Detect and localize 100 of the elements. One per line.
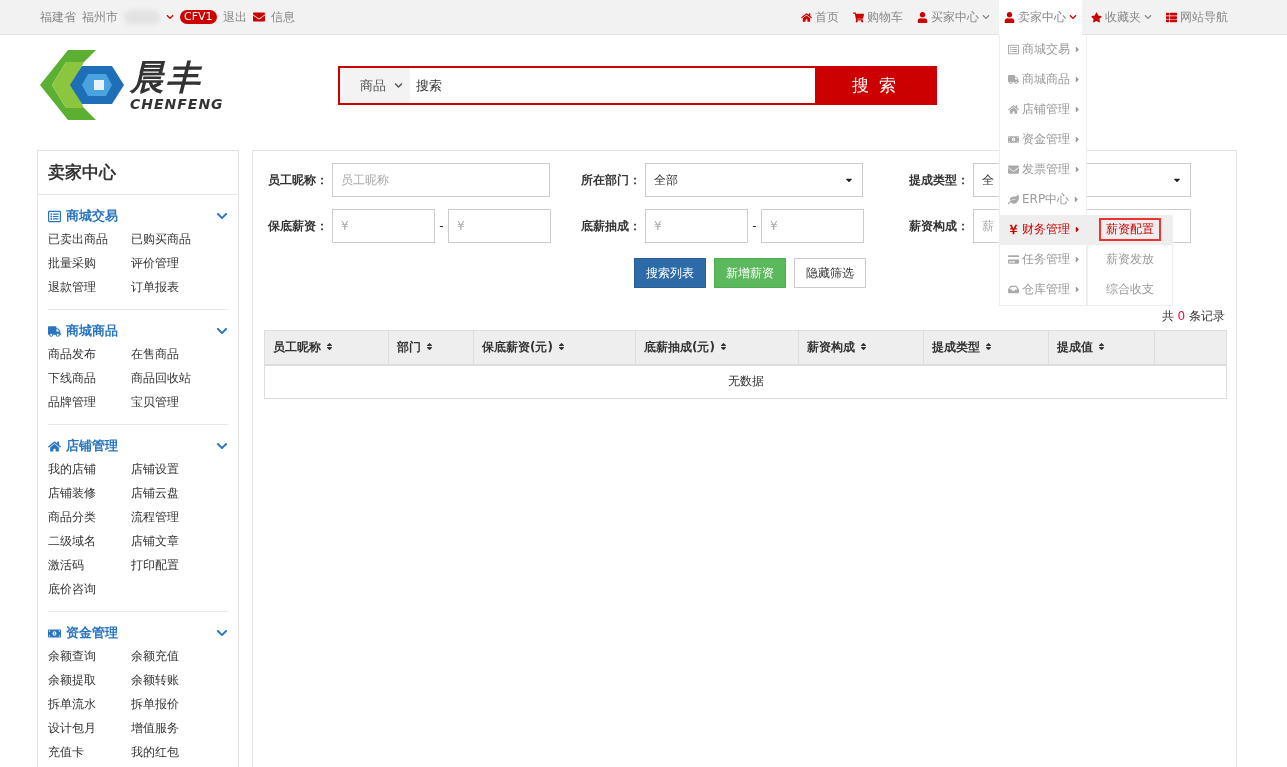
- sidebar-link[interactable]: 余额提取: [48, 668, 131, 692]
- action-button[interactable]: 隐藏筛选: [793, 258, 866, 288]
- caret-right-icon: [1073, 75, 1082, 84]
- envelope-icon: [1008, 164, 1019, 175]
- column-header[interactable]: 底薪抽成(元): [635, 330, 799, 365]
- section-title[interactable]: 店铺管理: [66, 437, 118, 455]
- column-header[interactable]: 提成值: [1048, 330, 1155, 365]
- chevron-down-icon[interactable]: [216, 627, 228, 639]
- max-field[interactable]: ¥: [761, 209, 864, 243]
- sidebar-link[interactable]: 我的红包: [131, 740, 228, 764]
- list-icon: [1008, 44, 1019, 55]
- leaf-icon: [1008, 194, 1019, 205]
- truck-icon: [48, 324, 61, 338]
- sidebar-link[interactable]: 余额转账: [131, 668, 228, 692]
- sidebar-link[interactable]: 拆单流水: [48, 692, 131, 716]
- list-icon: [1166, 11, 1177, 23]
- inbox-icon: [1008, 284, 1019, 295]
- caret-right-icon: [1073, 135, 1082, 144]
- sort-icon: [325, 341, 335, 351]
- section-title[interactable]: 商城商品: [66, 322, 118, 340]
- user-icon: [1004, 11, 1015, 23]
- select-field[interactable]: 全部: [645, 163, 863, 197]
- range-dash: -: [751, 219, 758, 233]
- sidebar-link[interactable]: 店铺设置: [131, 457, 228, 481]
- chevron-down-icon: [982, 13, 990, 21]
- caret-right-icon: [1073, 225, 1082, 234]
- sort-icon: [984, 341, 994, 351]
- sidebar-link[interactable]: 下线商品: [48, 366, 131, 390]
- sidebar-link[interactable]: 已购买商品: [131, 227, 228, 251]
- chevron-down-icon[interactable]: [166, 13, 174, 21]
- province-text: 福建省: [40, 8, 76, 26]
- sidebar-link[interactable]: 批量采购: [48, 251, 131, 275]
- envelope-icon: [252, 11, 265, 23]
- record-count: 共 0 条记录: [1161, 309, 1225, 323]
- caret-right-icon: [1073, 255, 1082, 264]
- sidebar-link[interactable]: 设计包月: [48, 716, 131, 740]
- filter-label: 所在部门：: [581, 171, 642, 189]
- text-field[interactable]: 员工昵称: [332, 163, 550, 197]
- sidebar-link[interactable]: 店铺云盘: [131, 481, 228, 505]
- sidebar-link[interactable]: 宝贝管理: [131, 390, 228, 414]
- chevron-down-icon[interactable]: [216, 325, 228, 337]
- sidebar-link[interactable]: 余额充值: [131, 644, 228, 668]
- sidebar-link[interactable]: 增值服务: [131, 716, 228, 740]
- min-field[interactable]: ¥: [332, 209, 435, 243]
- chevron-down-icon: [1069, 13, 1077, 21]
- sidebar-link[interactable]: 品牌管理: [48, 390, 131, 414]
- sidebar-link[interactable]: 退款管理: [48, 275, 131, 299]
- sidebar-link[interactable]: 拆单报价: [131, 692, 228, 716]
- chevron-down-icon[interactable]: [216, 210, 228, 222]
- search-button[interactable]: 搜 索: [815, 68, 935, 103]
- max-field[interactable]: ¥: [448, 209, 551, 243]
- sidebar-link[interactable]: 在售商品: [131, 342, 228, 366]
- sidebar-link[interactable]: 店铺文章: [131, 529, 228, 553]
- column-header[interactable]: 部门: [388, 330, 474, 365]
- sidebar-link[interactable]: 已卖出商品: [48, 227, 131, 251]
- sidebar-link[interactable]: 充值卡: [48, 740, 131, 764]
- section-title[interactable]: 商城交易: [66, 207, 118, 225]
- section-title[interactable]: 资金管理: [66, 624, 118, 642]
- sort-icon: [719, 341, 729, 351]
- sidebar-link[interactable]: 订单报表: [131, 275, 228, 299]
- money-icon: [1008, 134, 1019, 145]
- top-nav-item[interactable]: 卖家中心: [999, 0, 1082, 35]
- sidebar-link[interactable]: 二级域名: [48, 529, 131, 553]
- cart-icon: [853, 11, 864, 23]
- sidebar-link[interactable]: 底价咨询: [48, 577, 131, 601]
- filter-label: 底薪抽成：: [581, 217, 642, 235]
- category-select[interactable]: 商品: [340, 68, 410, 103]
- caret-right-icon: [1073, 45, 1082, 54]
- sort-icon: [859, 341, 869, 351]
- submenu-item[interactable]: 薪资配置: [1099, 218, 1161, 241]
- sidebar-link[interactable]: 商品分类: [48, 505, 131, 529]
- sidebar-link[interactable]: 激活码: [48, 553, 131, 577]
- logo-subtitle: CHENFENG: [130, 96, 224, 112]
- search-bar[interactable]: 商品 搜索 搜 索: [338, 66, 937, 105]
- home-icon: [48, 439, 61, 453]
- min-field[interactable]: ¥: [645, 209, 748, 243]
- sidebar-link[interactable]: 店铺装修: [48, 481, 131, 505]
- column-header[interactable]: 员工昵称: [264, 330, 389, 365]
- sidebar-link[interactable]: 余额查询: [48, 644, 131, 668]
- sidebar-link[interactable]: 打印配置: [131, 553, 228, 577]
- sidebar-link[interactable]: 商品发布: [48, 342, 131, 366]
- city-text: 福州市: [82, 8, 118, 26]
- level-badge: CFV1: [180, 10, 217, 24]
- chevron-down-icon[interactable]: [216, 440, 228, 452]
- sidebar-link[interactable]: 评价管理: [131, 251, 228, 275]
- user-icon: [917, 11, 928, 23]
- card-icon: [1008, 254, 1019, 265]
- sidebar-link[interactable]: 商品回收站: [131, 366, 228, 390]
- action-button[interactable]: 搜索列表: [633, 258, 706, 288]
- filter-label: 薪资构成：: [909, 217, 970, 235]
- sort-icon: [1097, 341, 1107, 351]
- filter-label: 保底薪资：: [268, 217, 329, 235]
- home-icon: [801, 11, 812, 23]
- column-header[interactable]: 提成类型: [923, 330, 1049, 365]
- column-header[interactable]: 保底薪资(元): [473, 330, 636, 365]
- sidebar-link[interactable]: 流程管理: [131, 505, 228, 529]
- column-header[interactable]: 薪资构成: [798, 330, 924, 365]
- caret-right-icon: [1073, 105, 1082, 114]
- sidebar-link[interactable]: 我的店铺: [48, 457, 131, 481]
- yen-icon: [1008, 224, 1019, 235]
